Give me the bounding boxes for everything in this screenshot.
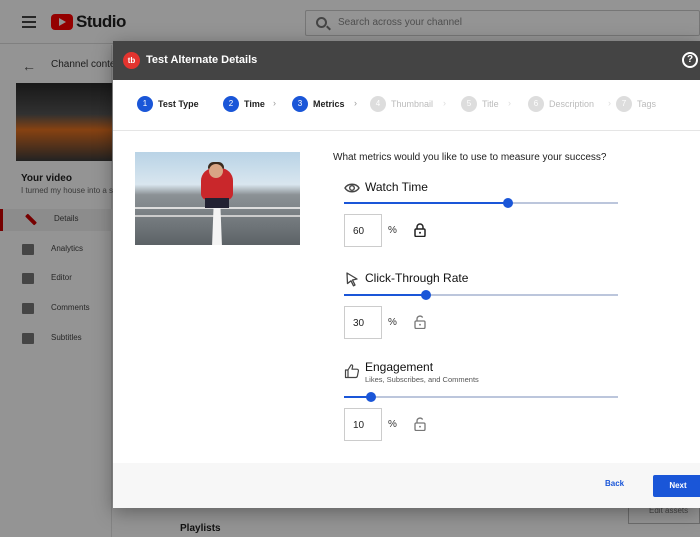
percent-sign: %: [388, 225, 397, 236]
engagement-input[interactable]: 10: [344, 408, 382, 441]
step-number: 1: [137, 96, 153, 112]
click-through-rate-slider[interactable]: [344, 290, 618, 300]
metric-title: Watch Time: [365, 180, 428, 194]
dialog-header: tb Test Alternate Details ?: [113, 41, 700, 80]
step-label: Metrics: [313, 99, 345, 109]
percent-sign: %: [388, 317, 397, 328]
step-number: 7: [616, 96, 632, 112]
chevron-right-icon: ›: [508, 98, 511, 108]
eye-icon: [344, 183, 360, 193]
lock-open-icon[interactable]: [414, 315, 426, 329]
engagement-slider[interactable]: [344, 392, 618, 402]
stepper: 1 Test Type › 2 Time › 3 Metrics › 4 Thu…: [113, 80, 700, 131]
video-preview-image: [135, 152, 300, 245]
step-label: Tags: [637, 99, 657, 109]
step-number: 3: [292, 96, 308, 112]
step-label: Title: [482, 99, 499, 109]
slider-thumb[interactable]: [421, 290, 432, 300]
slider-thumb[interactable]: [366, 392, 377, 402]
test-alternate-details-dialog: tb Test Alternate Details ? 1 Test Type …: [113, 41, 700, 508]
step-number: 5: [461, 96, 477, 112]
watch-time-slider[interactable]: [344, 198, 618, 208]
percent-sign: %: [388, 419, 397, 430]
chevron-right-icon: ›: [443, 98, 446, 108]
step-label: Description: [549, 99, 595, 109]
step-label: Thumbnail: [391, 99, 434, 109]
step-number: 6: [528, 96, 544, 112]
dialog-body: What metrics would you like to use to me…: [113, 132, 700, 463]
step-label: Test Type: [158, 99, 199, 109]
next-button[interactable]: Next: [653, 475, 700, 497]
dialog-title: Test Alternate Details: [146, 54, 258, 66]
lock-open-icon[interactable]: [414, 417, 426, 431]
chevron-right-icon: ›: [354, 98, 357, 108]
slider-fill: [344, 202, 509, 204]
step-number: 4: [370, 96, 386, 112]
step-label: Time: [244, 99, 265, 109]
metrics-question: What metrics would you like to use to me…: [333, 152, 607, 163]
click-through-rate-input[interactable]: 30: [344, 306, 382, 339]
metric-subtitle: Likes, Subscribes, and Comments: [365, 375, 479, 384]
help-icon[interactable]: ?: [682, 52, 698, 68]
metric-title: Engagement: [365, 360, 434, 374]
chevron-right-icon: ›: [273, 98, 276, 108]
lock-closed-icon[interactable]: [414, 223, 426, 237]
tubebuddy-logo-icon: tb: [123, 52, 140, 69]
slider-fill: [344, 294, 427, 296]
thumbs-up-icon: [344, 364, 360, 379]
slider-thumb[interactable]: [503, 198, 514, 208]
step-number: 2: [223, 96, 239, 112]
dialog-footer: Back Next: [113, 463, 700, 508]
cursor-icon: [346, 272, 358, 287]
chevron-right-icon: ›: [608, 98, 611, 108]
watch-time-input[interactable]: 60: [344, 214, 382, 247]
metric-title: Click-Through Rate: [365, 271, 469, 285]
back-button[interactable]: Back: [605, 479, 624, 488]
